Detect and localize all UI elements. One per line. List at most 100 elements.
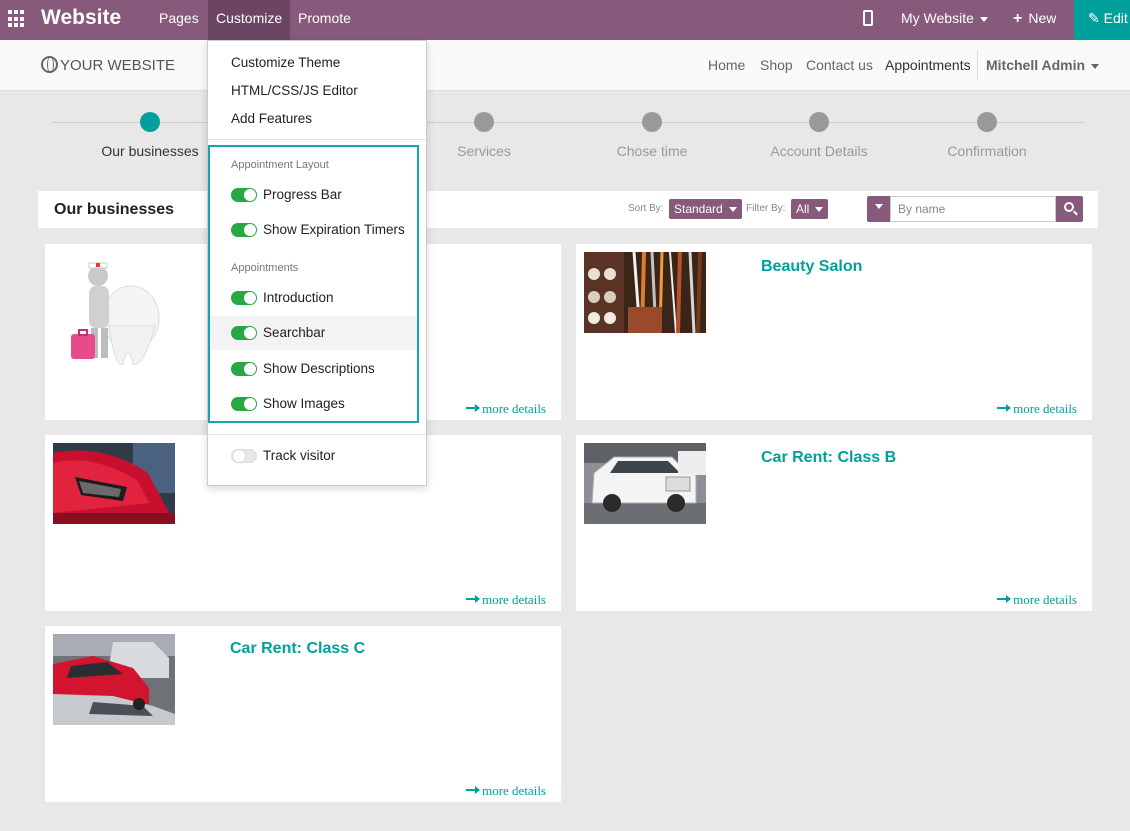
nav-home[interactable]: Home bbox=[708, 57, 745, 73]
option-label: Show Descriptions bbox=[263, 361, 375, 376]
menu-item-add-features[interactable]: Add Features bbox=[231, 111, 312, 126]
option-label: Track visitor bbox=[263, 448, 336, 463]
sort-label: Sort By: bbox=[628, 203, 664, 214]
toggle-switch[interactable] bbox=[231, 449, 257, 463]
arrow-right-icon bbox=[997, 404, 1012, 412]
filter-bar: Our businesses Sort By: Standard Filter … bbox=[38, 191, 1098, 228]
sort-value: Standard bbox=[674, 202, 723, 216]
search-group bbox=[867, 196, 1083, 222]
globe-icon bbox=[41, 56, 58, 73]
option-progress-bar[interactable]: Progress Bar bbox=[210, 178, 417, 212]
option-label: Searchbar bbox=[263, 325, 326, 340]
filter-value: All bbox=[796, 202, 810, 216]
menu-item-html-css-js-editor[interactable]: HTML/CSS/JS Editor bbox=[231, 83, 358, 98]
chevron-down-icon bbox=[728, 207, 737, 213]
toggle-switch[interactable] bbox=[231, 397, 257, 411]
logo-text: YOUR WEBSITE bbox=[60, 57, 176, 74]
step-label-chose-time: Chose time bbox=[616, 143, 688, 159]
pencil-icon: ✎ bbox=[1088, 10, 1104, 26]
option-track-visitor[interactable]: Track visitor bbox=[210, 439, 417, 473]
option-show-expiration-timers[interactable]: Show Expiration Timers bbox=[210, 213, 417, 247]
toggle-switch[interactable] bbox=[231, 188, 257, 202]
new-button[interactable]: + New bbox=[1013, 0, 1056, 37]
toggle-switch[interactable] bbox=[231, 223, 257, 237]
filter-label: Filter By: bbox=[746, 203, 786, 214]
more-details-label: more details bbox=[1013, 401, 1077, 416]
chevron-down-icon bbox=[1091, 63, 1100, 69]
mobile-preview-icon[interactable] bbox=[863, 10, 873, 26]
toggle-switch[interactable] bbox=[231, 291, 257, 305]
step-dot-account-details bbox=[809, 112, 829, 132]
chevron-down-icon bbox=[979, 16, 988, 22]
beauty-salon-image bbox=[584, 252, 706, 333]
edit-button[interactable]: ✎ Edit bbox=[1074, 0, 1130, 40]
option-introduction[interactable]: Introduction bbox=[210, 281, 417, 315]
step-dot-confirmation bbox=[977, 112, 997, 132]
search-input[interactable] bbox=[890, 196, 1056, 222]
search-button[interactable] bbox=[1056, 196, 1083, 222]
option-searchbar[interactable]: Searchbar bbox=[210, 316, 417, 350]
more-details-link[interactable]: more details bbox=[466, 592, 546, 608]
nav-shop[interactable]: Shop bbox=[760, 57, 793, 73]
business-card[interactable]: Beauty Salon more details bbox=[576, 244, 1092, 420]
my-website-label: My Website bbox=[901, 10, 974, 26]
step-label-confirmation: Confirmation bbox=[947, 143, 1027, 159]
menu-pages[interactable]: Pages bbox=[151, 0, 207, 40]
apps-grid-icon[interactable] bbox=[8, 10, 26, 28]
chevron-down-icon bbox=[874, 204, 883, 210]
site-header: YOUR WEBSITE Home Shop Contact us Appoin… bbox=[0, 40, 1130, 91]
menu-item-customize-theme[interactable]: Customize Theme bbox=[231, 55, 340, 70]
step-label-account-details: Account Details bbox=[770, 143, 868, 159]
option-label: Progress Bar bbox=[263, 187, 342, 202]
step-label-our-businesses: Our businesses bbox=[101, 143, 199, 159]
card-title[interactable]: Car Rent: Class B bbox=[761, 449, 896, 467]
user-menu[interactable]: Mitchell Admin bbox=[986, 57, 1100, 73]
parking-lot-image bbox=[53, 634, 175, 725]
business-card[interactable]: Car Rent: Class C more details bbox=[45, 626, 561, 802]
more-details-link[interactable]: more details bbox=[466, 401, 546, 417]
admin-topbar: Website Pages Customize Promote My Websi… bbox=[0, 0, 1130, 40]
sort-dropdown[interactable]: Standard bbox=[669, 199, 742, 219]
site-logo[interactable]: YOUR WEBSITE bbox=[41, 56, 175, 74]
section-header-appointment-layout: Appointment Layout bbox=[231, 159, 329, 171]
dentist-image bbox=[65, 256, 185, 371]
chevron-down-icon bbox=[815, 207, 824, 213]
step-label-services: Services bbox=[457, 143, 511, 159]
menu-customize[interactable]: Customize bbox=[208, 0, 291, 40]
option-label: Show Expiration Timers bbox=[263, 222, 405, 237]
new-label: New bbox=[1028, 10, 1057, 26]
more-details-link[interactable]: more details bbox=[466, 783, 546, 799]
more-details-link[interactable]: more details bbox=[997, 401, 1077, 417]
business-card[interactable]: Car Rent: Class B more details bbox=[576, 435, 1092, 611]
option-show-descriptions[interactable]: Show Descriptions bbox=[210, 352, 417, 386]
my-website-dropdown[interactable]: My Website bbox=[901, 0, 988, 36]
step-dot-our-businesses bbox=[140, 112, 160, 132]
arrow-right-icon bbox=[466, 786, 481, 794]
more-details-label: more details bbox=[482, 592, 546, 607]
toggle-switch[interactable] bbox=[231, 326, 257, 340]
card-title[interactable]: Car Rent: Class C bbox=[230, 640, 365, 658]
search-scope-dropdown[interactable] bbox=[867, 196, 890, 222]
nav-divider bbox=[977, 50, 978, 80]
edit-label: Edit bbox=[1103, 10, 1128, 26]
menu-divider bbox=[208, 434, 426, 435]
customize-menu: Customize Theme HTML/CSS/JS Editor Add F… bbox=[207, 40, 427, 486]
nav-contact-us[interactable]: Contact us bbox=[806, 57, 873, 73]
white-suv-image bbox=[584, 443, 706, 524]
more-details-link[interactable]: more details bbox=[997, 592, 1077, 608]
menu-promote[interactable]: Promote bbox=[290, 0, 359, 40]
red-car-image bbox=[53, 443, 175, 524]
card-title[interactable]: Beauty Salon bbox=[761, 258, 862, 276]
more-details-label: more details bbox=[1013, 592, 1077, 607]
option-show-images[interactable]: Show Images bbox=[210, 387, 417, 421]
more-details-label: more details bbox=[482, 401, 546, 416]
option-label: Show Images bbox=[263, 396, 345, 411]
nav-appointments[interactable]: Appointments bbox=[885, 57, 971, 73]
toggle-switch[interactable] bbox=[231, 362, 257, 376]
search-icon bbox=[1064, 202, 1074, 212]
filter-dropdown[interactable]: All bbox=[791, 199, 829, 219]
page-title: Our businesses bbox=[54, 201, 175, 218]
menu-divider bbox=[208, 139, 426, 140]
step-dot-services bbox=[474, 112, 494, 132]
app-brand: Website bbox=[41, 6, 122, 29]
